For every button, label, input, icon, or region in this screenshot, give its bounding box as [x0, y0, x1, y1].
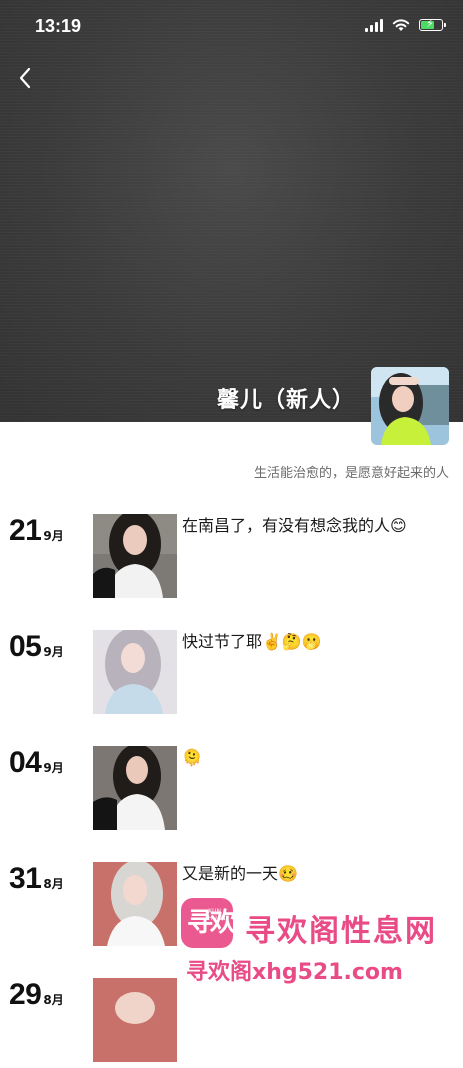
post-date: 21 9月 [9, 514, 64, 548]
post-date: 04 9月 [9, 746, 64, 780]
post-month: 9月 [43, 529, 64, 543]
post-thumbnail[interactable] [93, 630, 177, 714]
post-month: 9月 [43, 645, 64, 659]
status-bar: 13:19 ⚡ [0, 0, 463, 56]
post-month: 9月 [43, 761, 64, 775]
battery-charging-icon: ⚡ [419, 18, 446, 31]
post-month: 8月 [43, 877, 64, 891]
post-date: 29 8月 [9, 978, 64, 1012]
post-item[interactable]: 05 9月 快过节了耶✌️🤔🫢 [0, 630, 463, 720]
cellular-signal-icon [365, 18, 383, 32]
post-day: 05 [9, 630, 42, 663]
avatar-photo [371, 367, 449, 445]
post-day: 29 [9, 978, 42, 1011]
post-thumbnail[interactable] [93, 862, 177, 946]
post-day: 31 [9, 862, 42, 895]
wifi-icon [392, 19, 410, 31]
post-photo [93, 862, 177, 946]
cover-background [0, 0, 463, 422]
back-button[interactable] [14, 64, 38, 92]
status-icons: ⚡ [365, 18, 446, 32]
profile-name: 馨儿（新人） [216, 388, 355, 413]
post-item[interactable]: 29 8月 [0, 978, 463, 1068]
post-day: 04 [9, 746, 42, 779]
post-date: 05 9月 [9, 630, 64, 664]
post-item[interactable]: 04 9月 🫠 [0, 746, 463, 836]
post-text: 快过节了耶✌️🤔🫢 [182, 632, 322, 651]
profile-signature: 生活能治愈的，是愿意好起来的人 [253, 466, 449, 481]
post-text: 🫠 [182, 748, 202, 767]
post-text: 在南昌了，有没有想念我的人😊 [182, 516, 407, 535]
post-photo [93, 978, 177, 1062]
post-item[interactable]: 31 8月 又是新的一天🥴 [0, 862, 463, 952]
profile-avatar[interactable] [371, 367, 449, 445]
post-thumbnail[interactable] [93, 746, 177, 830]
post-thumbnail[interactable] [93, 514, 177, 598]
post-text: 又是新的一天🥴 [182, 864, 298, 883]
post-thumbnail[interactable] [93, 978, 177, 1062]
status-time: 13:19 [35, 16, 82, 36]
post-item[interactable]: 21 9月 在南昌了，有没有想念我的人😊 [0, 514, 463, 604]
chevron-left-icon [19, 67, 31, 89]
post-date: 31 8月 [9, 862, 64, 896]
post-photo [93, 630, 177, 714]
post-photo [93, 746, 177, 830]
post-day: 21 [9, 514, 42, 547]
post-photo [93, 514, 177, 598]
